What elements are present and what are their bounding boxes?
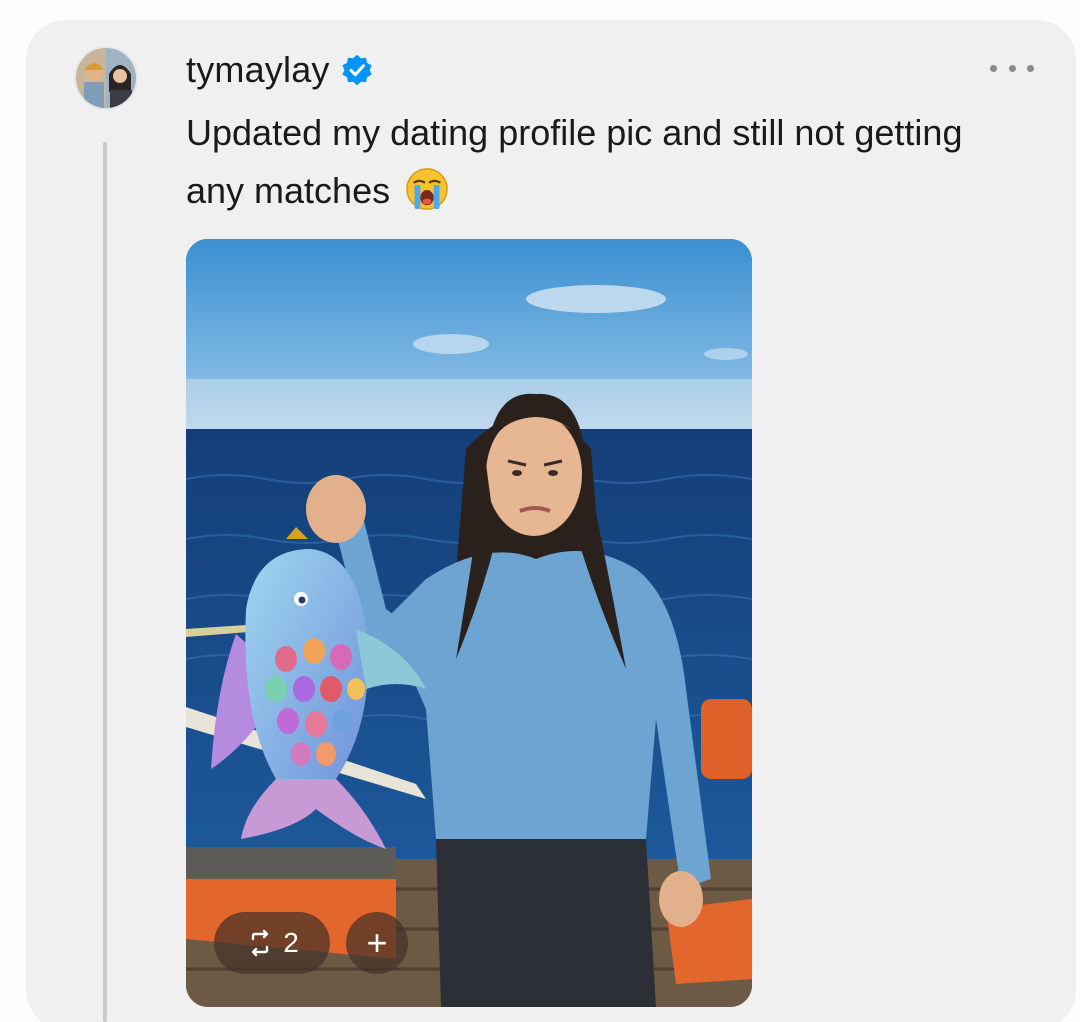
- add-button[interactable]: +: [346, 912, 408, 974]
- verified-badge-icon: [342, 54, 372, 86]
- post-photo-illustration: [186, 239, 752, 1007]
- user-avatar[interactable]: [74, 46, 138, 110]
- post-image[interactable]: [186, 239, 752, 1007]
- more-dot: [1008, 64, 1016, 72]
- post-text: Updated my dating profile pic and still …: [186, 104, 1016, 220]
- more-dot: [1027, 64, 1034, 72]
- repost-count: 2: [283, 927, 299, 958]
- post-caption: Updated my dating profile pic and still …: [186, 112, 963, 211]
- username-row: tymaylay: [186, 46, 374, 94]
- avatar-image: [76, 48, 136, 108]
- repost-icon: [252, 929, 269, 957]
- loudly-crying-face-icon: [406, 168, 448, 210]
- more-dot: [990, 64, 997, 72]
- username[interactable]: tymaylay: [186, 49, 330, 91]
- thread-line: [103, 142, 107, 1022]
- more-options-icon[interactable]: [990, 56, 1034, 80]
- add-label: +: [366, 922, 388, 963]
- page: tymaylay Updated my dating profile pic a…: [0, 0, 1080, 1022]
- repost-button[interactable]: 2: [214, 912, 330, 974]
